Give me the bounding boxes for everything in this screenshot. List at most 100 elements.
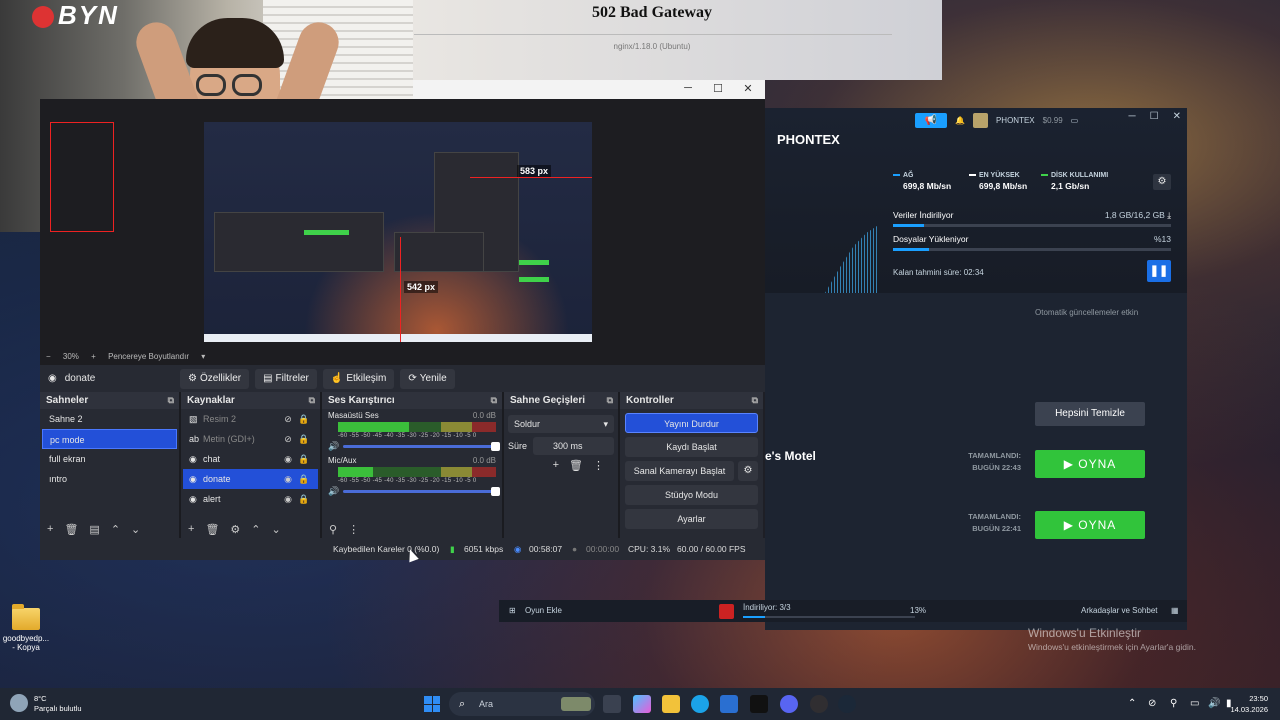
bell-icon[interactable]: 🔔 [955, 116, 965, 125]
lock-icon[interactable]: 🔒 [296, 414, 312, 425]
move-down-icon[interactable]: ⌄ [131, 523, 140, 536]
clock[interactable]: 23:50 14.03.2026 [1230, 693, 1268, 715]
add-game-button[interactable]: Oyun Ekle [525, 606, 562, 615]
studio-mode-button[interactable]: Stüdyo Modu [625, 485, 758, 505]
fit-window-label[interactable]: Pencereye Boyutlandır [108, 352, 189, 361]
lock-icon[interactable]: 🔒 [296, 494, 312, 505]
volume-icon[interactable]: 🔊 [1208, 698, 1220, 709]
play-button[interactable]: ▶ OYNA [1035, 511, 1145, 539]
game-title[interactable]: e's Motel [765, 449, 816, 463]
settings-button[interactable]: Ayarlar [625, 509, 758, 529]
tiktok-icon[interactable] [750, 695, 768, 713]
source-item[interactable]: ◉ chat ◉ 🔒 [183, 449, 318, 469]
lock-icon[interactable]: 🔒 [296, 454, 312, 465]
lock-icon[interactable]: 🔒 [296, 434, 312, 445]
trash-icon[interactable]: 🗑 [205, 523, 219, 536]
filter-icon[interactable]: ▤ [89, 523, 99, 536]
close-icon[interactable]: ✕ [1173, 111, 1181, 122]
trash-icon[interactable]: 🗑 [569, 459, 583, 472]
transition-select[interactable]: Soldur ▾ [508, 415, 614, 433]
scene-item[interactable]: full ekran [42, 449, 177, 469]
volume-slider[interactable] [343, 442, 500, 451]
volume-knob[interactable] [491, 487, 500, 496]
move-up-icon[interactable]: ⌃ [251, 523, 260, 536]
play-button[interactable]: ▶ OYNA [1035, 450, 1145, 478]
minimize-icon[interactable]: ─ [1129, 111, 1136, 122]
link-icon[interactable]: ⚲ [329, 523, 337, 536]
gear-icon[interactable]: ⚙ [230, 523, 240, 536]
source-item[interactable]: ◉ alert ◉ 🔒 [183, 489, 318, 509]
discord-icon[interactable] [780, 695, 798, 713]
popout-icon[interactable]: ⧉ [752, 392, 758, 409]
chevron-down-icon[interactable]: ▾ [201, 352, 205, 361]
properties-button[interactable]: ⚙ Özellikler [180, 368, 250, 389]
announcement-icon[interactable]: 📢 [915, 112, 947, 128]
close-icon[interactable]: ✕ [738, 82, 758, 95]
lock-icon[interactable]: 🔒 [296, 474, 312, 485]
add-icon[interactable]: + [47, 523, 53, 535]
network-icon[interactable]: ▭ [1190, 698, 1199, 709]
monitor-icon[interactable]: ▭ [1071, 116, 1079, 125]
more-icon[interactable]: ⋮ [593, 459, 604, 472]
trash-icon[interactable]: 🗑 [64, 523, 78, 536]
gear-icon[interactable]: ⚙ [738, 461, 758, 481]
filters-button[interactable]: ▤ Filtreler [255, 368, 317, 389]
store-icon[interactable] [720, 695, 738, 713]
start-virtual-cam-button[interactable]: Sanal Kamerayı Başlat [625, 461, 734, 481]
source-item[interactable]: ◉ donate ◉ 🔒 [183, 469, 318, 489]
popout-icon[interactable]: ⧉ [491, 392, 497, 409]
pause-button[interactable]: ❚❚ [1147, 260, 1171, 282]
move-down-icon[interactable]: ⌄ [272, 523, 281, 536]
tray-icon[interactable]: ⚲ [1170, 698, 1177, 709]
friends-chat-button[interactable]: Arkadaşlar ve Sohbet [1081, 606, 1158, 615]
start-record-button[interactable]: Kaydı Başlat [625, 437, 758, 457]
maximize-icon[interactable]: ☐ [708, 82, 728, 95]
start-button[interactable] [424, 696, 440, 712]
add-game-icon[interactable]: ⊞ [509, 606, 516, 615]
search-box[interactable]: ⌕ Ara [449, 692, 595, 716]
downloading-status[interactable]: İndiriliyor: 3/3 [743, 603, 791, 612]
account-name[interactable]: PHONTEX [996, 116, 1035, 125]
move-up-icon[interactable]: ⌃ [111, 523, 120, 536]
obs-icon[interactable] [810, 695, 828, 713]
duration-input[interactable]: 300 ms [533, 437, 614, 455]
popout-icon[interactable]: ⧉ [607, 392, 613, 409]
more-icon[interactable]: ⋮ [348, 523, 359, 536]
task-view-icon[interactable] [603, 695, 621, 713]
zoom-in-icon[interactable]: + [91, 352, 96, 361]
copilot-icon[interactable] [633, 695, 651, 713]
popout-icon[interactable]: ⧉ [309, 392, 315, 409]
scene-item[interactable]: ıntro [42, 469, 177, 489]
scene-item[interactable]: pc mode [42, 429, 177, 449]
source-item[interactable]: ab Metin (GDI+) ⊘ 🔒 [183, 429, 318, 449]
stop-stream-button[interactable]: Yayını Durdur [625, 413, 758, 433]
file-explorer-icon[interactable] [662, 695, 680, 713]
obs-preview[interactable]: 583 px 542 px [40, 99, 765, 349]
scene-item[interactable]: Sahne 2 [42, 409, 177, 429]
volume-knob[interactable] [491, 442, 500, 451]
chat-icon[interactable]: ▦ [1171, 606, 1179, 615]
zoom-out-icon[interactable]: − [46, 352, 51, 361]
eye-icon[interactable]: ◉ [280, 454, 296, 465]
eye-hidden-icon[interactable]: ⊘ [280, 414, 296, 425]
eye-icon[interactable]: ◉ [280, 494, 296, 505]
volume-slider[interactable] [343, 487, 500, 496]
weather-widget[interactable]: 8°C Parçalı bulutlu [10, 694, 82, 714]
source-item[interactable]: ▧ Resim 2 ⊘ 🔒 [183, 409, 318, 429]
speaker-icon[interactable]: 🔊 [328, 486, 339, 497]
desktop-folder-icon[interactable]: goodbyedp... - Kopya [2, 604, 50, 652]
edge-icon[interactable] [691, 695, 709, 713]
add-icon[interactable]: + [188, 523, 194, 535]
add-icon[interactable]: + [553, 459, 559, 472]
eye-hidden-icon[interactable]: ⊘ [280, 434, 296, 445]
eye-icon[interactable]: ◉ [280, 474, 296, 485]
refresh-button[interactable]: ⟳ Yenile [400, 368, 455, 389]
maximize-icon[interactable]: ☐ [1150, 111, 1159, 122]
chevron-up-icon[interactable]: ⌃ [1128, 698, 1136, 709]
popout-icon[interactable]: ⧉ [168, 392, 174, 409]
avatar[interactable] [972, 112, 988, 128]
steam-icon[interactable] [838, 695, 856, 713]
selection-box[interactable] [50, 122, 114, 232]
gear-icon[interactable]: ⚙ [1153, 174, 1171, 190]
clear-all-button[interactable]: Hepsini Temizle [1035, 402, 1145, 426]
